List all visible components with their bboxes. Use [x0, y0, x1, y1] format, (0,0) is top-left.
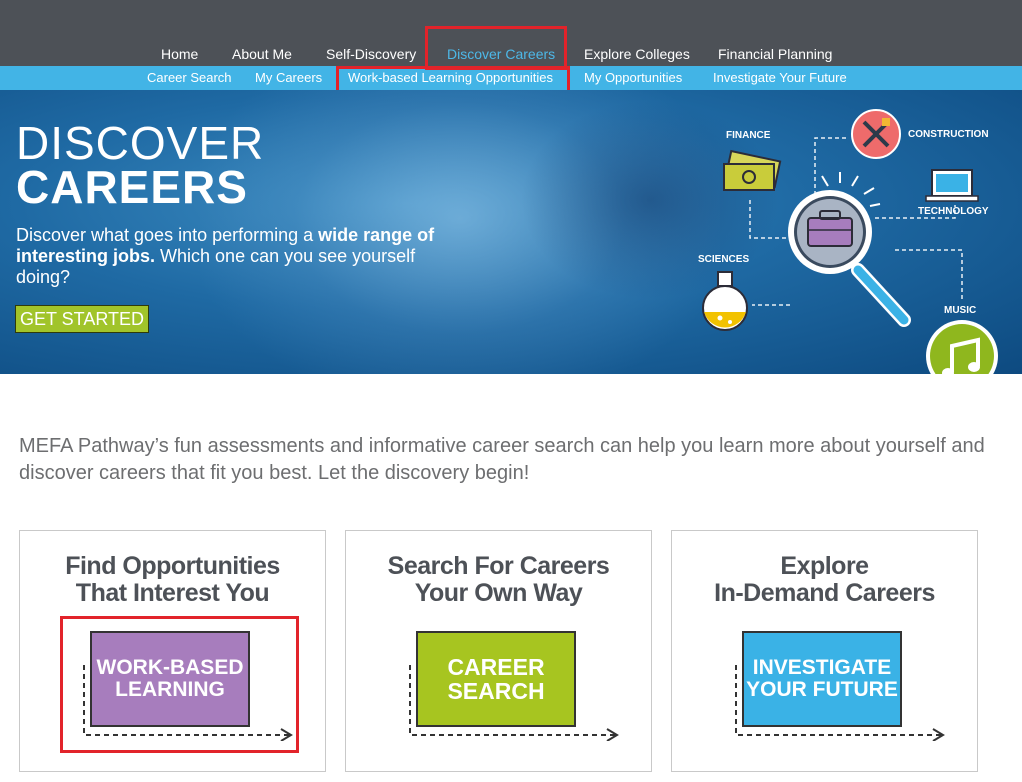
- card-title-line2: Your Own Way: [414, 579, 583, 607]
- card-title-line1: Search For Careers: [387, 552, 610, 580]
- laptop-icon: [925, 169, 979, 202]
- hero-title-bold: CAREERS: [16, 161, 248, 213]
- sciences-label: SCIENCES: [698, 254, 750, 265]
- career-search-button[interactable]: CAREER SEARCH: [416, 631, 576, 727]
- nav-about-me[interactable]: About Me: [232, 46, 292, 62]
- finance-icon: [723, 149, 782, 191]
- card-search-careers: Search For Careers Your Own Way CAREER SE…: [345, 530, 652, 772]
- nav-explore-colleges[interactable]: Explore Colleges: [584, 46, 690, 62]
- sub-nav: Career Search My Careers Work-based Lear…: [0, 66, 1022, 90]
- construction-label: CONSTRUCTION: [908, 129, 989, 140]
- subnav-work-based-learning[interactable]: Work-based Learning Opportunities: [348, 70, 553, 85]
- hero-banner: DISCOVER CAREERS Discover what goes into…: [0, 90, 1022, 374]
- flask-icon: [702, 271, 748, 331]
- nav-financial-planning[interactable]: Financial Planning: [718, 46, 832, 62]
- card-title-line2: That Interest You: [75, 579, 270, 607]
- get-started-button[interactable]: GET STARTED: [15, 305, 149, 333]
- hero-description: Discover what goes into performing a wid…: [16, 225, 435, 287]
- intro-paragraph: MEFA Pathway’s fun assessments and infor…: [19, 435, 985, 484]
- construction-icon: [851, 109, 901, 159]
- subnav-career-search[interactable]: Career Search: [147, 70, 232, 85]
- investigate-your-future-button[interactable]: INVESTIGATE YOUR FUTURE: [742, 631, 902, 727]
- nav-home[interactable]: Home: [161, 46, 198, 62]
- finance-label: FINANCE: [726, 130, 771, 141]
- subnav-investigate-your-future[interactable]: Investigate Your Future: [713, 70, 847, 85]
- main-nav: Home About Me Self-Discovery Discover Ca…: [0, 0, 1022, 66]
- subnav-my-careers[interactable]: My Careers: [255, 70, 322, 85]
- card-find-opportunities: Find Opportunities That Interest You WOR…: [19, 530, 326, 772]
- technology-label: TECHNOLOGY: [918, 206, 989, 217]
- card-title-line1: Explore: [780, 552, 869, 580]
- card-explore-in-demand: Explore In-Demand Careers INVESTIGATE YOU…: [671, 530, 978, 772]
- work-based-learning-button[interactable]: WORK-BASED LEARNING: [90, 631, 250, 727]
- music-icon: [926, 320, 998, 374]
- nav-discover-careers[interactable]: Discover Careers: [447, 46, 555, 62]
- music-label: MUSIC: [944, 305, 977, 316]
- subnav-my-opportunities[interactable]: My Opportunities: [584, 70, 682, 85]
- card-title-line1: Find Opportunities: [65, 552, 280, 580]
- nav-self-discovery[interactable]: Self-Discovery: [326, 46, 416, 62]
- card-title-line2: In-Demand Careers: [714, 579, 935, 607]
